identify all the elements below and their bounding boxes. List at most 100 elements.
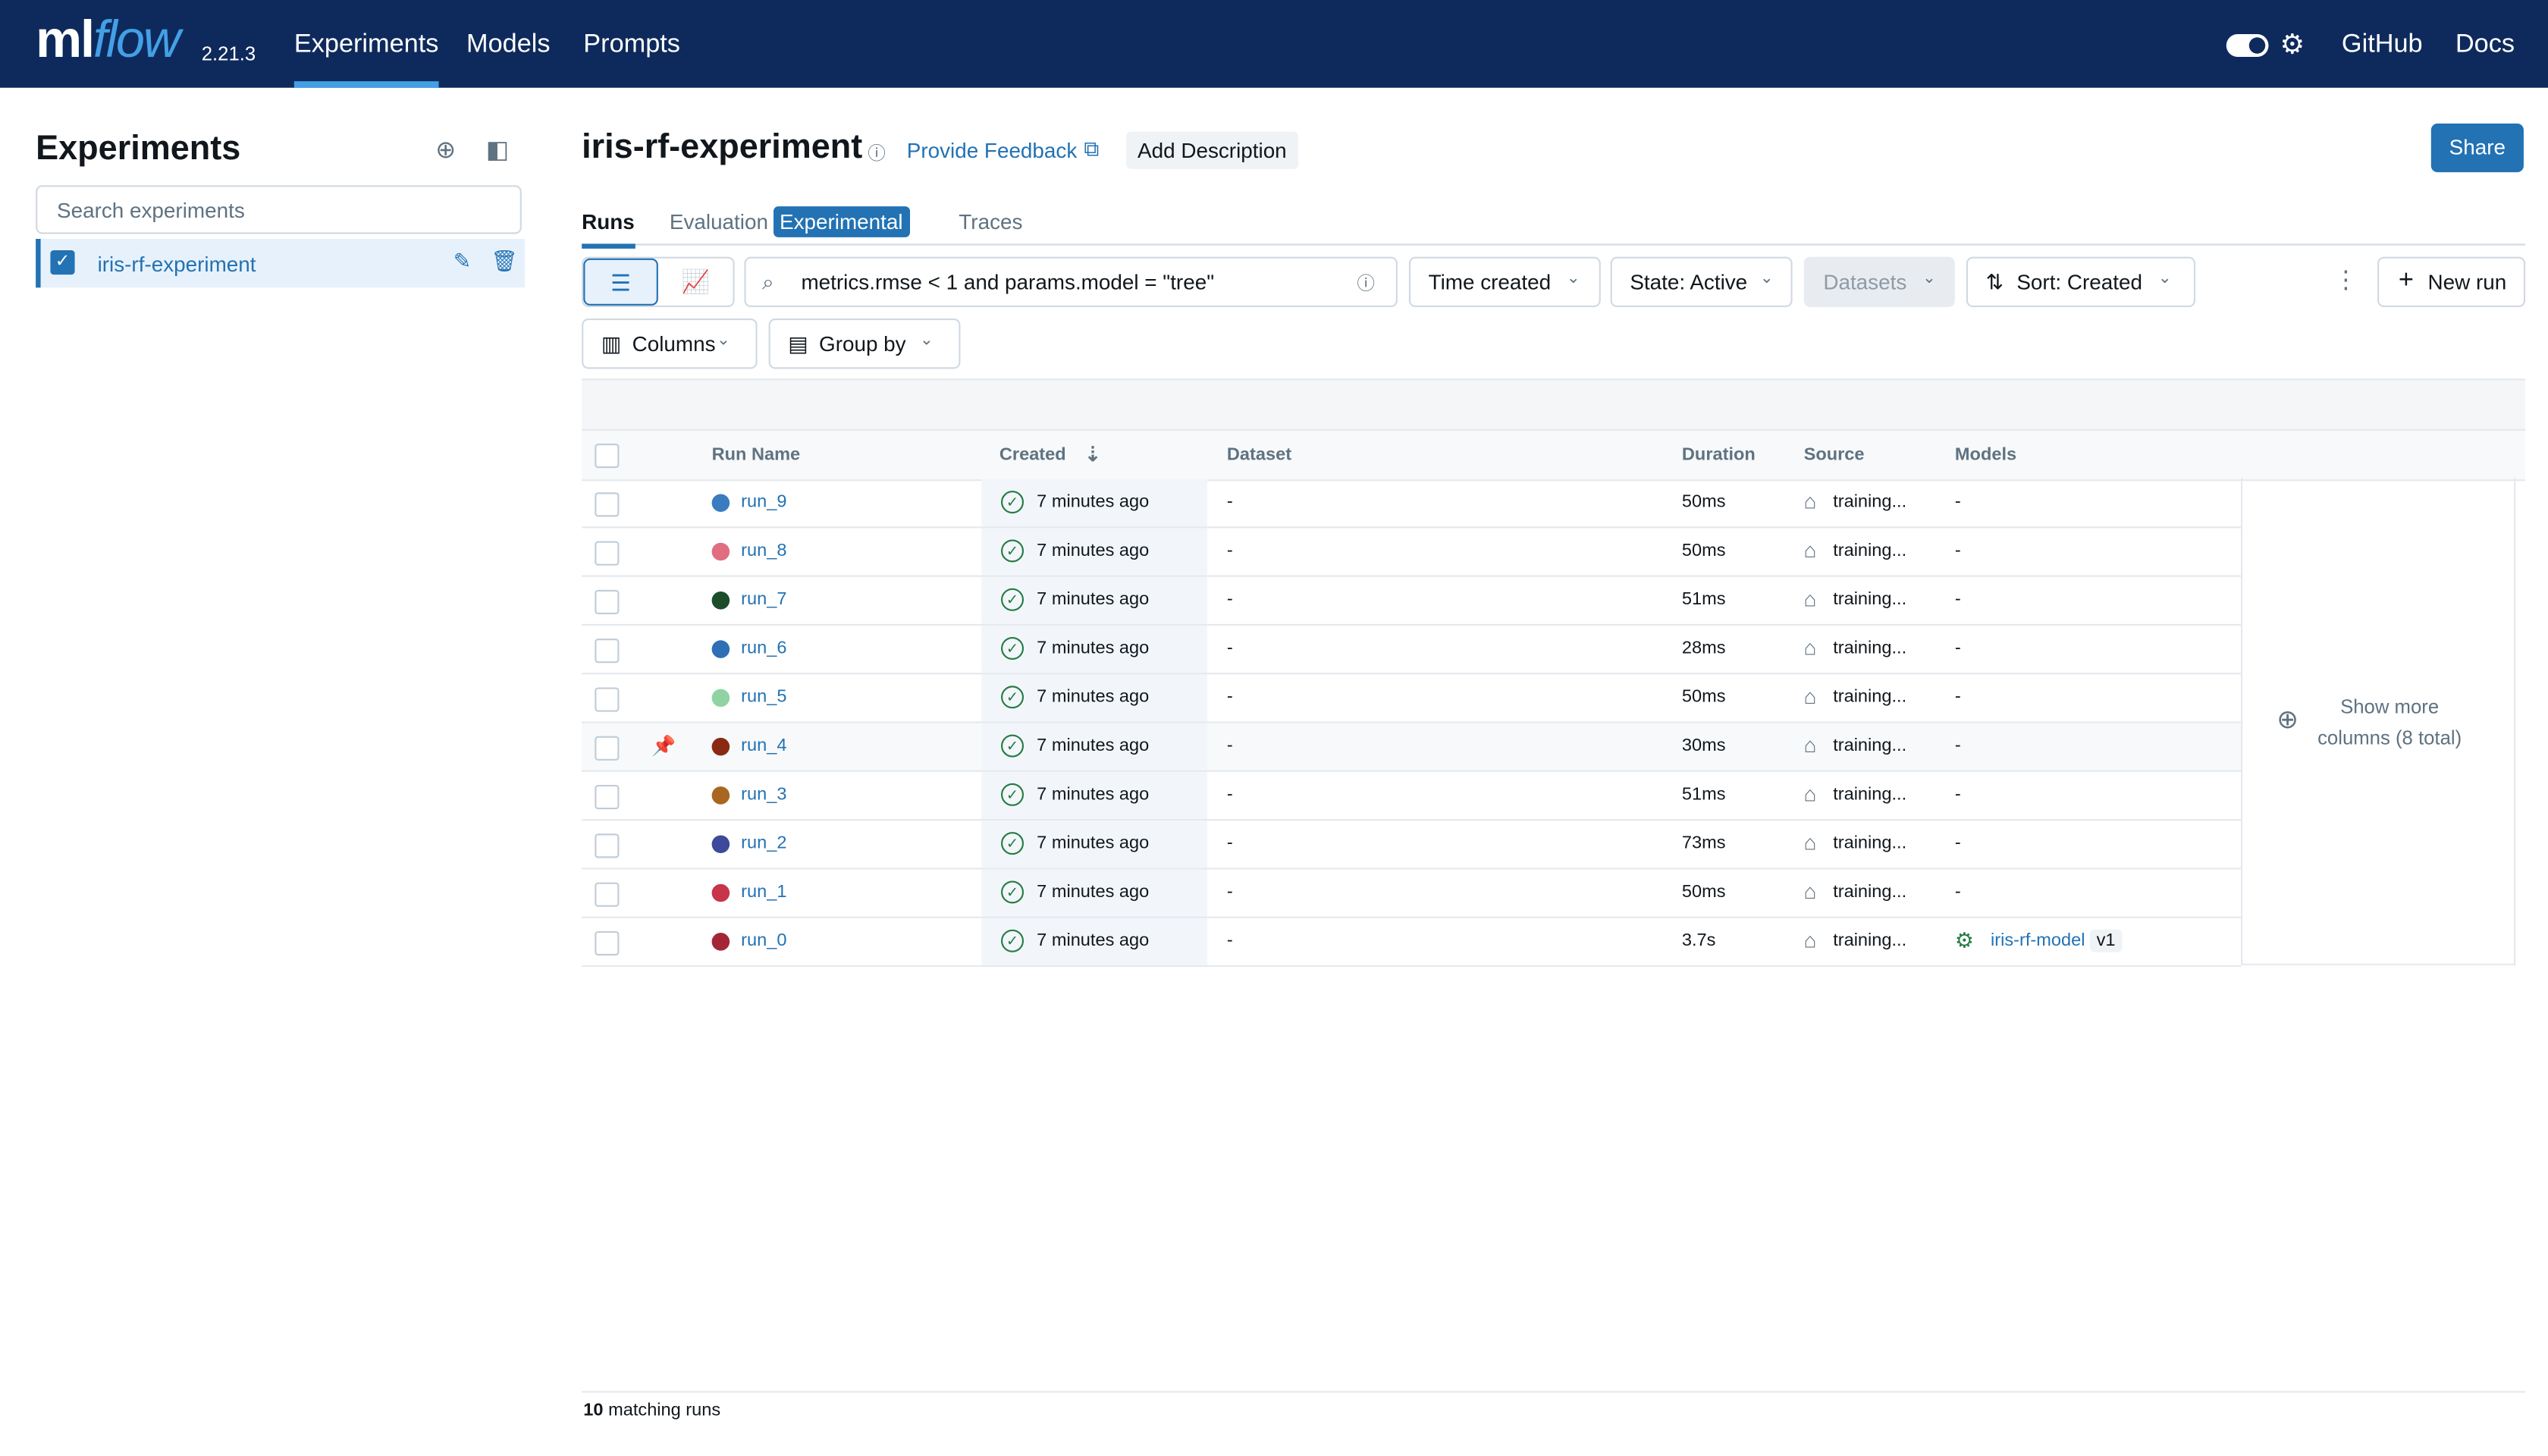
sidebar-item-experiment[interactable]: ✓ iris-rf-experiment ✎ 🗑	[36, 239, 526, 288]
table-row[interactable]: run_5 ✓ 7 minutes ago - 50ms ⌂ training... -	[582, 674, 2242, 723]
add-description-button[interactable]: Add Description	[1126, 131, 1298, 169]
tab-traces[interactable]: Traces	[959, 209, 1022, 234]
list-view-icon[interactable]: ☰	[583, 258, 658, 306]
tabs-underline	[582, 243, 2526, 246]
row-checkbox[interactable]	[595, 541, 620, 566]
run-name-link[interactable]: run_3	[741, 785, 786, 805]
experiment-name[interactable]: iris-rf-experiment	[98, 252, 256, 276]
source-value[interactable]: training...	[1833, 785, 1906, 805]
table-row[interactable]: run_0 ✓ 7 minutes ago - 3.7s ⌂ training... ⚙ iri…	[582, 918, 2242, 968]
info-icon[interactable]: ⓘ	[868, 140, 886, 165]
source-value[interactable]: training...	[1833, 541, 1906, 561]
success-check-icon: ✓	[1001, 491, 1025, 514]
group-by-button[interactable]: ▤ Group by ⌄	[768, 318, 961, 369]
created-value: 7 minutes ago	[1037, 687, 1150, 708]
run-name-link[interactable]: run_2	[741, 833, 786, 853]
model-link[interactable]: iris-rf-model	[1991, 931, 2085, 951]
table-row[interactable]: run_7 ✓ 7 minutes ago - 51ms ⌂ training... -	[582, 576, 2242, 626]
table-row[interactable]: run_3 ✓ 7 minutes ago - 51ms ⌂ training... -	[582, 771, 2242, 821]
trash-icon[interactable]: 🗑	[491, 249, 517, 275]
row-checkbox[interactable]	[595, 687, 620, 712]
source-value[interactable]: training...	[1833, 687, 1906, 707]
pin-icon[interactable]: 📌	[651, 735, 676, 758]
run-name-link[interactable]: run_5	[741, 687, 786, 707]
state-dropdown[interactable]: State: Active ⌄	[1610, 256, 1793, 308]
row-checkbox[interactable]	[595, 833, 620, 858]
row-checkbox[interactable]	[595, 882, 620, 907]
source-value[interactable]: training...	[1833, 883, 1906, 902]
new-run-button[interactable]: + New run	[2377, 256, 2526, 308]
dark-mode-toggle[interactable]	[2226, 34, 2269, 58]
run-name-link[interactable]: run_8	[741, 541, 786, 561]
source-value[interactable]: training...	[1833, 736, 1906, 756]
table-row[interactable]: run_1 ✓ 7 minutes ago - 50ms ⌂ training... -	[582, 869, 2242, 918]
source-value[interactable]: training...	[1833, 833, 1906, 853]
row-checkbox[interactable]	[595, 639, 620, 664]
search-info-icon[interactable]: ⓘ	[1357, 270, 1375, 296]
source-value[interactable]: training...	[1833, 590, 1906, 610]
page-title: iris-rf-experiment	[582, 128, 863, 166]
created-value: 7 minutes ago	[1037, 541, 1150, 561]
show-more-line2: columns (8 total)	[2317, 726, 2462, 749]
run-color-dot	[711, 835, 730, 854]
row-checkbox[interactable]	[595, 589, 620, 615]
run-name-link[interactable]: run_6	[741, 639, 786, 658]
row-checkbox[interactable]	[595, 492, 620, 517]
model-version-badge[interactable]: v1	[2090, 929, 2123, 952]
row-checkbox[interactable]	[595, 785, 620, 810]
tab-evaluation[interactable]: Evaluation Experimental	[670, 206, 910, 237]
external-link-icon[interactable]: ⧉	[1084, 136, 1099, 162]
experiment-checkbox[interactable]: ✓	[50, 250, 75, 275]
gear-icon[interactable]: ⚙	[2280, 30, 2305, 62]
runs-search-input[interactable]: ⌕ metrics.rmse < 1 and params.model = "t…	[744, 256, 1398, 308]
collapse-sidebar-icon[interactable]: ◧	[486, 135, 509, 164]
sort-dropdown[interactable]: ⇅ Sort: Created ⌄	[1966, 256, 2196, 308]
table-row[interactable]: run_2 ✓ 7 minutes ago - 73ms ⌂ training... -	[582, 821, 2242, 870]
source-value[interactable]: training...	[1833, 492, 1906, 512]
table-row[interactable]: run_6 ✓ 7 minutes ago - 28ms ⌂ training... -	[582, 626, 2242, 675]
run-name-link[interactable]: run_4	[741, 736, 786, 756]
nav-experiments[interactable]: Experiments	[293, 31, 438, 88]
show-more-columns[interactable]: ⊕ Show more columns (8 total)	[2241, 478, 2516, 965]
more-options-icon[interactable]: ⋮	[2333, 265, 2358, 293]
provide-feedback-link[interactable]: Provide Feedback	[907, 138, 1078, 162]
table-row[interactable]: run_9 ✓ 7 minutes ago - 50ms ⌂ training... -	[582, 479, 2242, 529]
table-row[interactable]: run_8 ✓ 7 minutes ago - 50ms ⌂ training... -	[582, 528, 2242, 577]
sort-desc-icon[interactable]: ⇣	[1084, 442, 1101, 468]
nav-prompts[interactable]: Prompts	[583, 31, 680, 61]
header-duration[interactable]: Duration	[1682, 445, 1756, 465]
header-run-name[interactable]: Run Name	[712, 445, 801, 465]
source-value[interactable]: training...	[1833, 639, 1906, 658]
dataset-value: -	[1226, 492, 1233, 513]
tab-runs[interactable]: Runs	[582, 209, 635, 249]
nav-models[interactable]: Models	[466, 31, 551, 61]
run-name-link[interactable]: run_1	[741, 883, 786, 902]
table-row[interactable]: 📌 run_4 ✓ 7 minutes ago - 30ms ⌂ training... -	[582, 723, 2242, 772]
mlflow-logo[interactable]: mlflow	[36, 10, 180, 70]
edit-icon[interactable]: ✎	[453, 249, 471, 275]
add-experiment-icon[interactable]: ⊕	[435, 135, 456, 164]
nav-docs[interactable]: Docs	[2455, 31, 2515, 61]
chart-view-icon[interactable]: 📈	[658, 259, 733, 306]
row-checkbox[interactable]	[595, 736, 620, 761]
run-name-link[interactable]: run_7	[741, 590, 786, 610]
datasets-dropdown[interactable]: Datasets ⌄	[1803, 256, 1955, 308]
header-dataset[interactable]: Dataset	[1227, 445, 1291, 465]
models-value: -	[1954, 882, 1961, 902]
share-button[interactable]: Share	[2430, 123, 2524, 173]
columns-button[interactable]: ▥ Columns ⌄	[582, 318, 758, 369]
view-mode-toggle: ☰ 📈	[582, 256, 735, 308]
header-created[interactable]: Created	[999, 445, 1066, 465]
success-check-icon: ✓	[1001, 929, 1025, 952]
nav-github[interactable]: GitHub	[2342, 31, 2423, 61]
header-models[interactable]: Models	[1955, 445, 2016, 465]
search-experiments-input[interactable]: Search experiments	[36, 185, 522, 234]
source-value[interactable]: training...	[1833, 931, 1906, 951]
run-name-link[interactable]: run_9	[741, 492, 786, 512]
row-checkbox[interactable]	[595, 930, 620, 956]
time-created-dropdown[interactable]: Time created ⌄	[1408, 256, 1601, 308]
header-source[interactable]: Source	[1804, 445, 1865, 465]
run-name-link[interactable]: run_0	[741, 931, 786, 951]
select-all-checkbox[interactable]	[595, 444, 620, 469]
footer-divider	[582, 1391, 2526, 1393]
